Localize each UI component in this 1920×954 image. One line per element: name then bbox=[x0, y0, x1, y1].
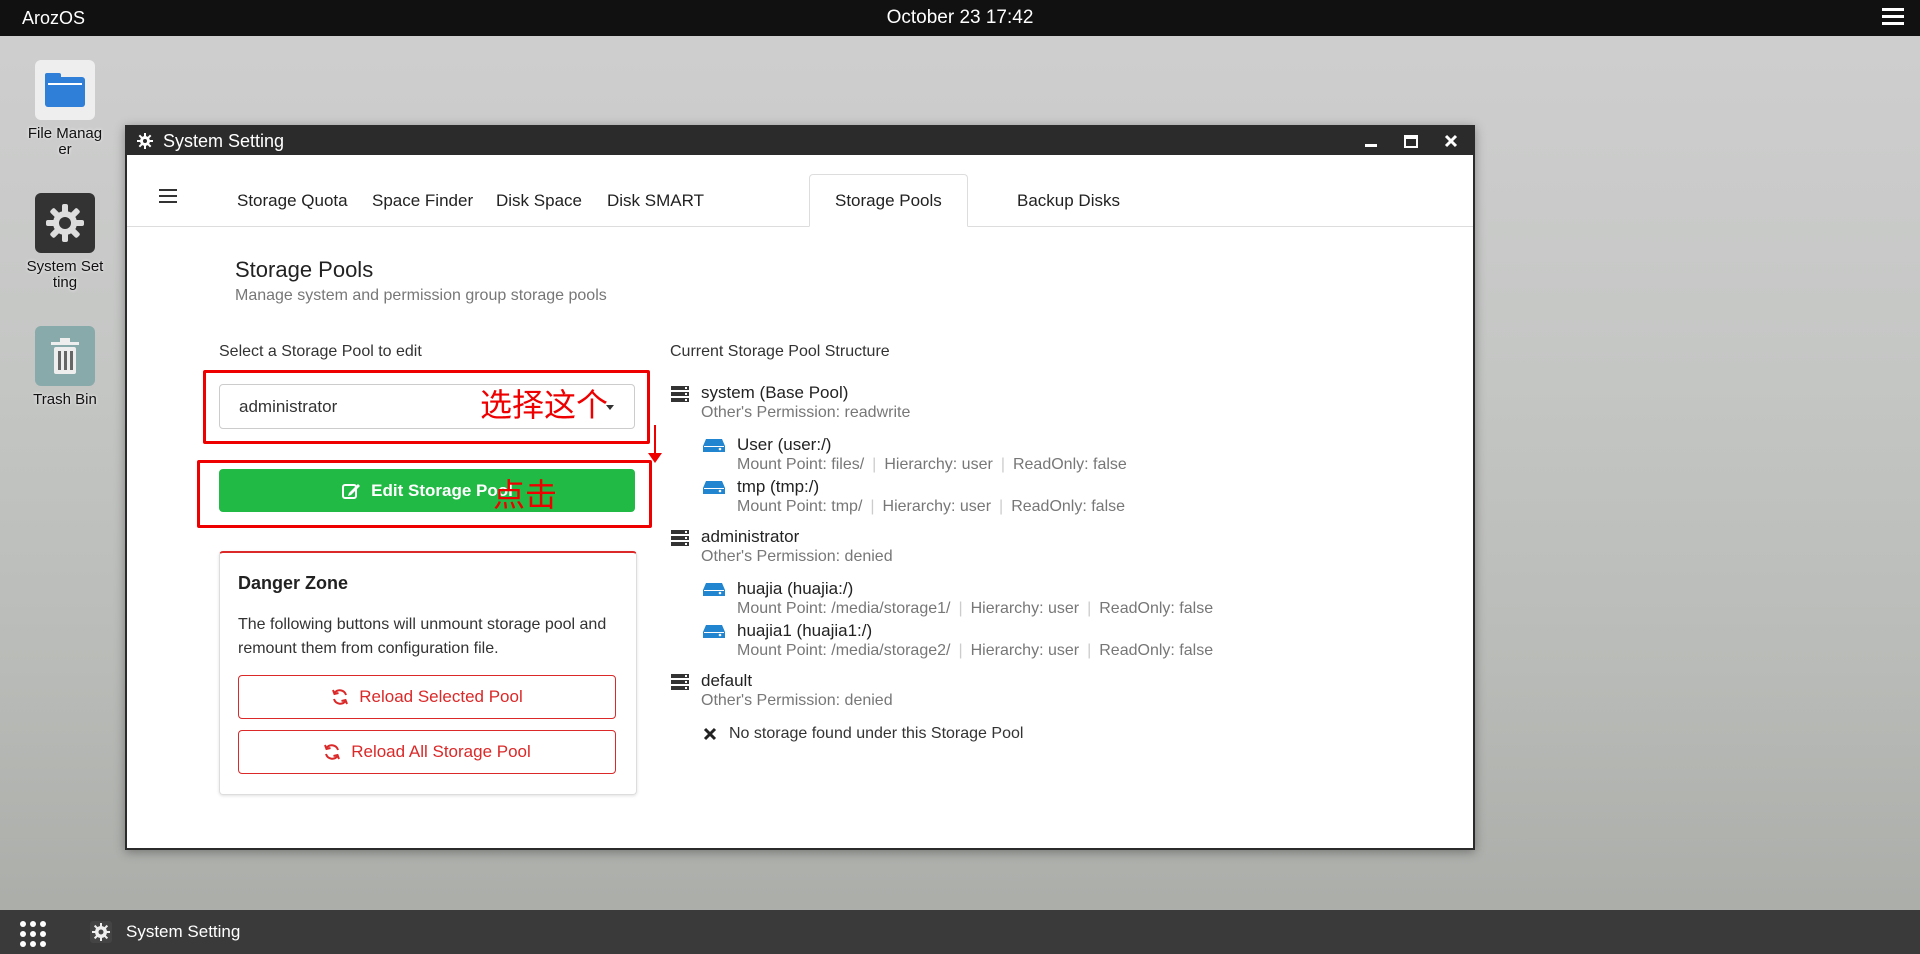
storage-hierarchy: Hierarchy: user bbox=[882, 498, 992, 515]
pool-item: system (Base Pool) Other's Permission: r… bbox=[670, 383, 910, 423]
storage-hierarchy: Hierarchy: user bbox=[970, 600, 1080, 617]
tab-bar: Storage Quota Space Finder Disk Space Di… bbox=[127, 155, 1473, 227]
pool-item: administrator Other's Permission: denied bbox=[670, 527, 893, 567]
taskbar: System Setting bbox=[0, 910, 1920, 954]
refresh-icon bbox=[324, 744, 341, 760]
hdd-icon bbox=[703, 625, 725, 638]
danger-zone-description: The following buttons will unmount stora… bbox=[238, 616, 607, 657]
close-icon[interactable] bbox=[1431, 127, 1471, 155]
taskbar-item-label: System Setting bbox=[126, 922, 241, 941]
desktop-icon-file-manager[interactable]: File Manager bbox=[20, 60, 110, 158]
storage-name: huajia (huajia:/) bbox=[737, 579, 854, 598]
empty-storage-text: No storage found under this Storage Pool bbox=[729, 725, 1024, 742]
page-subtitle: Manage system and permission group stora… bbox=[235, 287, 607, 304]
tab-storage-pools[interactable]: Storage Pools bbox=[809, 174, 968, 227]
trash-icon bbox=[35, 326, 95, 386]
tab-backup-disks[interactable]: Backup Disks bbox=[992, 174, 1145, 227]
os-name: ArozOS bbox=[22, 7, 86, 28]
storage-readonly: ReadOnly: false bbox=[1099, 642, 1214, 659]
storage-item: tmp (tmp:/) Mount Point: tmp/| Hierarchy:… bbox=[703, 477, 1125, 517]
storage-hierarchy: Hierarchy: user bbox=[884, 456, 993, 473]
pool-item: default Other's Permission: denied bbox=[670, 671, 893, 711]
desktop-icon-label: System Setting bbox=[26, 258, 104, 291]
pool-permission: Other's Permission: denied bbox=[701, 692, 893, 709]
reload-all-pool-button[interactable]: Reload All Storage Pool bbox=[238, 730, 616, 774]
structure-label: Current Storage Pool Structure bbox=[670, 343, 890, 360]
minimize-icon[interactable] bbox=[1351, 127, 1391, 155]
hdd-icon bbox=[703, 439, 725, 452]
reload-selected-label: Reload Selected Pool bbox=[359, 687, 523, 706]
clock: October 23 17:42 bbox=[886, 7, 1034, 28]
sidebar-toggle-icon[interactable] bbox=[159, 189, 177, 207]
maximize-icon[interactable] bbox=[1391, 127, 1431, 155]
taskbar-item-system-setting[interactable]: System Setting bbox=[90, 918, 240, 946]
storage-name: huajia1 (huajia1:/) bbox=[737, 621, 873, 640]
annotation-box-edit bbox=[197, 460, 652, 528]
app-grid-icon[interactable] bbox=[20, 921, 46, 947]
pool-name: system (Base Pool) bbox=[701, 383, 849, 402]
desktop-icon-trash-bin[interactable]: Trash Bin bbox=[20, 326, 110, 408]
window-title: System Setting bbox=[163, 130, 285, 151]
server-icon bbox=[671, 530, 689, 546]
storage-readonly: ReadOnly: false bbox=[1099, 600, 1214, 617]
storage-readonly: ReadOnly: false bbox=[1012, 456, 1127, 473]
pool-permission: Other's Permission: denied bbox=[701, 548, 893, 565]
storage-readonly: ReadOnly: false bbox=[1011, 498, 1126, 515]
gear-icon bbox=[90, 921, 112, 943]
annotation-select-note: 选择这个 bbox=[480, 386, 609, 424]
hdd-icon bbox=[703, 481, 725, 494]
server-icon bbox=[671, 386, 689, 402]
storage-mount: Mount Point: tmp/ bbox=[737, 498, 863, 515]
storage-item: huajia1 (huajia1:/) Mount Point: /media/… bbox=[703, 621, 1213, 661]
storage-mount: Mount Point: /media/storage1/ bbox=[737, 600, 951, 617]
storage-hierarchy: Hierarchy: user bbox=[970, 642, 1080, 659]
desktop-icon-system-setting[interactable]: System Setting bbox=[20, 193, 110, 291]
storage-item: huajia (huajia:/) Mount Point: /media/st… bbox=[703, 579, 1213, 619]
top-bar: ArozOS October 23 17:42 bbox=[0, 0, 1920, 36]
pool-permission: Other's Permission: readwrite bbox=[701, 404, 911, 421]
system-setting-window: System Setting Storage Quota Space Finde… bbox=[125, 125, 1475, 850]
tab-disk-smart[interactable]: Disk SMART bbox=[582, 174, 729, 227]
select-label: Select a Storage Pool to edit bbox=[219, 343, 422, 360]
gear-icon bbox=[137, 133, 153, 149]
storage-name: tmp (tmp:/) bbox=[737, 477, 820, 496]
hamburger-menu-icon[interactable] bbox=[1882, 8, 1904, 28]
reload-all-label: Reload All Storage Pool bbox=[351, 742, 531, 761]
storage-item: User (user:/) Mount Point: files/| Hierar… bbox=[703, 435, 1127, 475]
storage-mount: Mount Point: /media/storage2/ bbox=[737, 642, 951, 659]
empty-storage-row: No storage found under this Storage Pool bbox=[703, 725, 1023, 743]
danger-zone-title: Danger Zone bbox=[238, 573, 349, 593]
folder-icon bbox=[35, 60, 95, 120]
hdd-icon bbox=[703, 583, 725, 596]
storage-mount: Mount Point: files/ bbox=[737, 456, 865, 473]
desktop-icon-label: Trash Bin bbox=[33, 391, 97, 408]
server-icon bbox=[671, 674, 689, 690]
page-title: Storage Pools bbox=[235, 257, 374, 282]
gear-icon bbox=[35, 193, 95, 253]
refresh-icon bbox=[332, 689, 349, 705]
storage-name: User (user:/) bbox=[737, 435, 832, 454]
pool-name: administrator bbox=[701, 527, 800, 546]
x-mark-icon bbox=[703, 727, 717, 741]
reload-selected-pool-button[interactable]: Reload Selected Pool bbox=[238, 675, 616, 719]
danger-zone: Danger Zone The following buttons will u… bbox=[219, 551, 637, 795]
window-titlebar[interactable]: System Setting bbox=[127, 127, 1473, 155]
pool-name: default bbox=[701, 671, 753, 690]
desktop-icon-label: File Manager bbox=[27, 125, 103, 158]
annotation-click-note: 点击 bbox=[493, 476, 558, 514]
